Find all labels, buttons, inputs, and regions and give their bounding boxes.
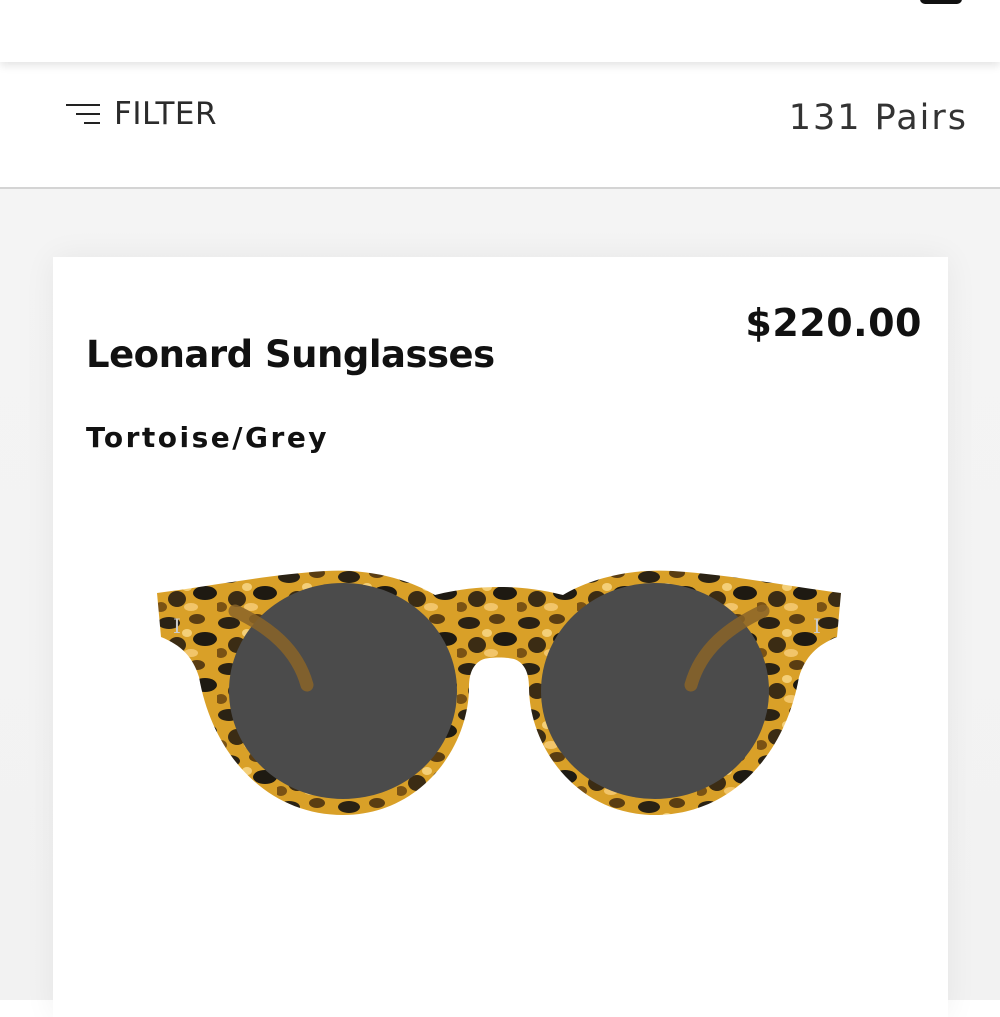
product-image[interactable]: I I bbox=[157, 567, 841, 827]
product-color: Tortoise/Grey bbox=[86, 421, 330, 454]
product-card[interactable]: $220.00 Leonard Sunglasses Tortoise/Grey bbox=[53, 257, 948, 1017]
result-count: 131 Pairs bbox=[788, 98, 968, 138]
product-name: Leonard Sunglasses bbox=[86, 333, 495, 376]
top-navigation-bar bbox=[0, 0, 1000, 62]
filter-label: FILTER bbox=[114, 96, 218, 132]
svg-text:I: I bbox=[813, 614, 821, 638]
filter-button[interactable]: FILTER bbox=[66, 96, 217, 132]
product-price: $220.00 bbox=[745, 301, 922, 345]
product-list: $220.00 Leonard Sunglasses Tortoise/Grey bbox=[0, 189, 1000, 1017]
svg-text:I: I bbox=[173, 614, 181, 638]
filter-lines-icon bbox=[66, 104, 100, 124]
filter-bar: FILTER 131 Pairs bbox=[0, 62, 1000, 189]
menu-icon[interactable] bbox=[920, 0, 962, 4]
